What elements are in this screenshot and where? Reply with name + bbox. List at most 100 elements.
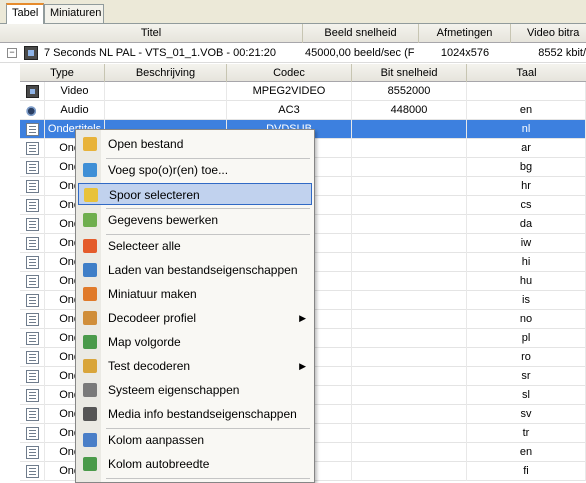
track-bitrate xyxy=(352,443,467,462)
subtitle-icon xyxy=(26,161,39,174)
track-icon-cell xyxy=(20,272,45,291)
sort-icon xyxy=(83,335,97,349)
track-icon-cell xyxy=(20,101,45,120)
menu-item-kolom-aanpassen[interactable]: Kolom aanpassen xyxy=(78,429,312,451)
parent-file-row[interactable]: − 7 Seconds NL PAL - VTS_01_1.VOB - 00:2… xyxy=(0,43,586,63)
menu-item-systeem-eigenschappen[interactable]: Systeem eigenschappen xyxy=(78,379,312,401)
track-bitrate xyxy=(352,215,467,234)
track-icon-cell xyxy=(20,386,45,405)
track-icon-cell xyxy=(20,348,45,367)
menu-item-voeg-spo-o-r-en-toe[interactable]: Voeg spo(o)r(en) toe... xyxy=(78,159,312,181)
track-icon-cell xyxy=(20,310,45,329)
track-language: hu xyxy=(467,272,586,291)
track-description xyxy=(105,101,227,120)
track-language: ar xyxy=(467,139,586,158)
track-bitrate xyxy=(352,253,467,272)
track-bitrate xyxy=(352,462,467,481)
menu-item-label: Kolom autobreedte xyxy=(108,457,210,471)
track-bitrate xyxy=(352,386,467,405)
menu-item-laden-van-bestandseigenschappen[interactable]: Laden van bestandseigenschappen xyxy=(78,259,312,281)
globe-icon xyxy=(83,263,97,277)
collapse-icon[interactable]: − xyxy=(7,48,17,58)
column-header-codec[interactable]: Codec xyxy=(227,64,352,82)
menu-item-label: Map volgorde xyxy=(108,335,181,349)
track-language: fi xyxy=(467,462,586,481)
column-header-afmetingen[interactable]: Afmetingen xyxy=(419,24,511,43)
parent-dimensions: 1024x576 xyxy=(440,47,490,59)
subtitle-icon xyxy=(26,142,39,155)
menu-item-label: Toegang tot apparaten xyxy=(108,479,228,482)
track-language: en xyxy=(467,101,586,120)
context-menu: Open bestand Voeg spo(o)r(en) toe... Spoor… xyxy=(75,129,315,483)
submenu-arrow-icon: ▶ xyxy=(299,313,306,323)
menu-item-spoor-selecteren[interactable]: Spoor selecteren xyxy=(78,183,312,205)
menu-item-miniatuur-maken[interactable]: Miniatuur maken xyxy=(78,283,312,305)
column-header-beschrijving[interactable]: Beschrijving xyxy=(105,64,227,82)
parent-frame-rate: 45000,00 beeld/sec (F xyxy=(305,47,415,59)
menu-item-label: Voeg spo(o)r(en) toe... xyxy=(108,163,229,177)
track-type: Audio xyxy=(45,101,105,120)
track-language: iw xyxy=(467,234,586,253)
subtitle-icon xyxy=(26,389,39,402)
menu-item-label: Kolom aanpassen xyxy=(108,433,205,447)
column-header-taal[interactable]: Taal xyxy=(467,64,586,82)
track-language: cs xyxy=(467,196,586,215)
column-header-video-bitrate[interactable]: Video bitra xyxy=(511,24,586,43)
edit-icon xyxy=(83,213,97,227)
menu-item-gegevens-bewerken[interactable]: Gegevens bewerken xyxy=(78,209,312,231)
subtitle-icon xyxy=(26,427,39,440)
menu-item-label: Test decoderen xyxy=(108,359,191,373)
track-row[interactable]: Audio AC3 448000 en xyxy=(20,101,586,120)
track-bitrate xyxy=(352,158,467,177)
column-icon xyxy=(83,433,97,447)
track-language: is xyxy=(467,291,586,310)
track-bitrate xyxy=(352,291,467,310)
subtitle-icon xyxy=(26,313,39,326)
track-icon-cell xyxy=(20,443,45,462)
menu-item-test-decoderen[interactable]: Test decoderen ▶ xyxy=(78,355,312,377)
track-icon-cell xyxy=(20,196,45,215)
menu-item-map-volgorde[interactable]: Map volgorde xyxy=(78,331,312,353)
track-bitrate: 448000 xyxy=(352,101,467,120)
track-codec: AC3 xyxy=(227,101,352,120)
tab-miniaturen[interactable]: Miniaturen xyxy=(44,4,104,23)
track-icon-cell xyxy=(20,462,45,481)
subtitle-icon xyxy=(26,218,39,231)
track-bitrate xyxy=(352,234,467,253)
column-header-titel[interactable]: Titel xyxy=(0,24,303,43)
subtitle-icon xyxy=(26,408,39,421)
track-bitrate xyxy=(352,177,467,196)
track-language: ro xyxy=(467,348,586,367)
track-row[interactable]: Video MPEG2VIDEO 8552000 xyxy=(20,82,586,101)
track-icon-cell xyxy=(20,139,45,158)
menu-item-label: Decodeer profiel xyxy=(108,311,197,325)
menu-item-label: Open bestand xyxy=(108,137,184,151)
subtitle-icon xyxy=(26,446,39,459)
column-header-bit-snelheid[interactable]: Bit snelheid xyxy=(352,64,467,82)
menu-item-media-info-bestandseigenschappen[interactable]: Media info bestandseigenschappen xyxy=(78,403,312,425)
subtitle-icon xyxy=(26,465,39,478)
add-track-icon xyxy=(83,163,97,177)
menu-item-open-bestand[interactable]: Open bestand xyxy=(78,133,312,155)
menu-item-toegang-tot-apparaten[interactable]: Toegang tot apparaten xyxy=(78,479,312,482)
track-bitrate xyxy=(352,348,467,367)
tab-tabel[interactable]: Tabel xyxy=(6,3,44,24)
subtitle-icon xyxy=(26,351,39,364)
test-icon xyxy=(83,359,97,373)
column-width-icon xyxy=(83,457,97,471)
track-language: tr xyxy=(467,424,586,443)
star-icon xyxy=(84,188,98,202)
subtitle-icon xyxy=(26,370,39,383)
outer-column-header: Titel Beeld snelheid Afmetingen Video bi… xyxy=(0,24,586,43)
menu-item-decodeer-profiel[interactable]: Decodeer profiel ▶ xyxy=(78,307,312,329)
track-language xyxy=(467,82,586,101)
tab-strip: Tabel Miniaturen xyxy=(0,0,586,24)
column-header-type[interactable]: Type xyxy=(20,64,105,82)
column-header-beeld-snelheid[interactable]: Beeld snelheid xyxy=(303,24,419,43)
audio-icon xyxy=(26,104,39,117)
track-language: nl xyxy=(467,120,586,139)
subtitle-icon xyxy=(26,332,39,345)
track-bitrate xyxy=(352,424,467,443)
menu-item-selecteer-alle[interactable]: Selecteer alle xyxy=(78,235,312,257)
menu-item-kolom-autobreedte[interactable]: Kolom autobreedte xyxy=(78,453,312,475)
